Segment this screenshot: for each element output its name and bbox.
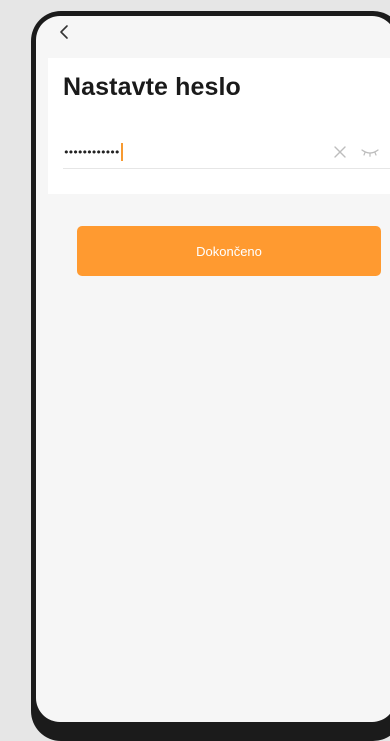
password-input[interactable]: •••••••••••• [63, 141, 124, 163]
page-title: Nastavte heslo [63, 73, 241, 101]
eye-closed-icon [361, 149, 379, 157]
close-icon [334, 146, 346, 158]
chevron-left-icon [60, 25, 68, 39]
text-cursor [121, 143, 124, 161]
password-card: Nastavte heslo •••••••••••• [48, 58, 390, 194]
app-screen: Nastavte heslo •••••••••••• Dokončeno [36, 16, 390, 722]
clear-button[interactable] [331, 143, 349, 161]
back-button[interactable] [52, 20, 76, 44]
done-button[interactable]: Dokončeno [77, 226, 381, 276]
toggle-visibility-button[interactable] [359, 143, 381, 161]
password-field[interactable]: •••••••••••• [63, 138, 390, 169]
password-value: •••••••••••• [63, 145, 121, 159]
